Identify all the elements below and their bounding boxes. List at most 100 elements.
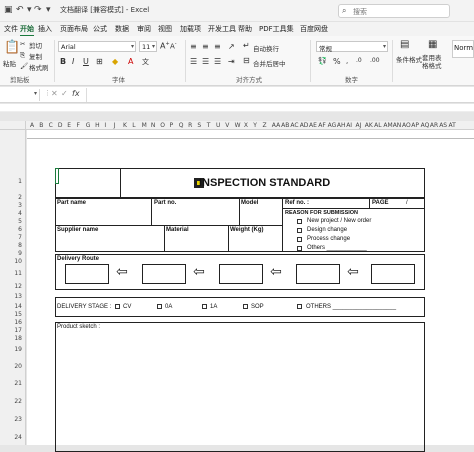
undo-icon[interactable]: ↶ bbox=[16, 5, 24, 15]
column-header[interactable]: G bbox=[86, 122, 91, 129]
column-header[interactable]: AB bbox=[281, 122, 289, 129]
save-icon[interactable]: ▣ bbox=[4, 5, 13, 15]
align-top-icon[interactable]: ≡ bbox=[190, 42, 197, 51]
select-all-button[interactable] bbox=[0, 121, 26, 130]
row-header[interactable]: 18 bbox=[0, 335, 22, 342]
column-header[interactable]: B bbox=[39, 122, 43, 129]
bold-button[interactable]: B bbox=[60, 57, 66, 66]
fill-color-icon[interactable]: ◆ bbox=[112, 57, 118, 66]
search-input[interactable]: ⌕ 搜索 bbox=[338, 4, 450, 18]
tab-file[interactable]: 文件 bbox=[4, 24, 18, 34]
column-header[interactable]: U bbox=[216, 122, 220, 129]
format-painter-icon[interactable]: 🖌 bbox=[20, 62, 28, 70]
column-header[interactable]: AA bbox=[272, 122, 280, 129]
selected-cell[interactable] bbox=[55, 168, 59, 184]
row-header[interactable]: 6 bbox=[0, 226, 22, 233]
conditional-format-icon[interactable]: ▤ bbox=[400, 39, 409, 50]
tab-help[interactable]: 帮助 bbox=[238, 24, 252, 34]
paste-icon[interactable]: 📋 bbox=[4, 40, 20, 55]
column-header[interactable]: C bbox=[49, 122, 53, 129]
tab-formulas[interactable]: 公式 bbox=[93, 24, 107, 34]
column-header[interactable]: AC bbox=[290, 122, 298, 129]
column-header[interactable]: N bbox=[151, 122, 156, 129]
phonetic-icon[interactable]: 文 bbox=[142, 57, 149, 67]
decrease-decimal-icon[interactable]: .00 bbox=[370, 57, 380, 64]
style-normal[interactable]: Norm bbox=[452, 40, 474, 58]
decrease-font-icon[interactable]: A- bbox=[170, 41, 177, 50]
column-header[interactable]: K bbox=[123, 122, 127, 129]
namebox-dropdown-icon[interactable]: ▾ bbox=[34, 90, 37, 97]
customize-toolbar-icon[interactable]: ▾ bbox=[46, 5, 51, 15]
italic-button[interactable]: I bbox=[72, 57, 74, 66]
tab-developer[interactable]: 开发工具 bbox=[208, 24, 236, 34]
reason-checkbox[interactable] bbox=[297, 246, 302, 251]
stage-checkbox[interactable] bbox=[243, 304, 248, 309]
font-name-select[interactable]: Arial ▾ bbox=[58, 41, 136, 52]
column-header[interactable]: P bbox=[170, 122, 174, 129]
cut-button[interactable]: 剪切 bbox=[29, 40, 42, 50]
cancel-icon[interactable]: ✕ bbox=[51, 89, 58, 98]
reason-checkbox[interactable] bbox=[297, 237, 302, 242]
wrap-text-button[interactable]: 自动换行 bbox=[253, 43, 279, 53]
row-header[interactable]: 24 bbox=[0, 434, 22, 441]
column-header[interactable]: AR bbox=[430, 122, 438, 129]
column-header[interactable]: Z bbox=[263, 122, 267, 129]
row-header[interactable]: 3 bbox=[0, 202, 22, 209]
column-header[interactable]: A bbox=[30, 122, 34, 129]
column-header[interactable]: AO bbox=[402, 122, 411, 129]
column-header[interactable]: AK bbox=[365, 122, 373, 129]
row-header[interactable]: 16 bbox=[0, 319, 22, 326]
column-header[interactable]: AS bbox=[439, 122, 447, 129]
format-painter-button[interactable]: 格式刷 bbox=[29, 62, 49, 72]
column-header[interactable]: V bbox=[225, 122, 229, 129]
column-header[interactable]: AE bbox=[309, 122, 317, 129]
column-header[interactable]: AG bbox=[328, 122, 337, 129]
reason-checkbox[interactable] bbox=[297, 219, 302, 224]
cut-icon[interactable]: ✂ bbox=[20, 40, 25, 48]
tab-pdf-tools[interactable]: PDF工具集 bbox=[259, 24, 294, 34]
indent-icon[interactable]: ⇥ bbox=[228, 57, 235, 66]
align-left-icon[interactable]: ☰ bbox=[190, 57, 197, 66]
row-header[interactable]: 21 bbox=[0, 380, 22, 387]
column-header[interactable]: J bbox=[114, 122, 116, 129]
column-header[interactable]: F bbox=[77, 122, 80, 129]
enter-icon[interactable]: ✓ bbox=[61, 89, 68, 98]
tab-view[interactable]: 视图 bbox=[158, 24, 172, 34]
column-header[interactable]: AP bbox=[411, 122, 419, 129]
align-right-icon[interactable]: ☰ bbox=[214, 57, 221, 66]
number-format-select[interactable]: 常规 ▾ bbox=[316, 41, 388, 53]
formula-input[interactable] bbox=[90, 89, 470, 101]
copy-icon[interactable]: ⎘ bbox=[20, 51, 25, 60]
row-header[interactable]: 20 bbox=[0, 363, 22, 370]
row-header[interactable]: 15 bbox=[0, 311, 22, 318]
undo-dropdown-icon[interactable]: ▾ bbox=[27, 5, 32, 15]
row-header[interactable]: 13 bbox=[0, 293, 22, 300]
column-header[interactable]: AN bbox=[393, 122, 402, 129]
row-header[interactable]: 8 bbox=[0, 242, 22, 249]
column-header[interactable]: AT bbox=[449, 122, 456, 129]
row-header[interactable]: 23 bbox=[0, 416, 22, 423]
align-center-icon[interactable]: ☰ bbox=[202, 57, 209, 66]
column-header[interactable]: I bbox=[104, 122, 106, 129]
merge-center-icon[interactable]: ⊟ bbox=[243, 56, 250, 65]
tab-baidu-disk[interactable]: 百度网盘 bbox=[300, 24, 328, 34]
font-size-select[interactable]: 11 ▾ bbox=[139, 41, 157, 52]
stage-checkbox[interactable] bbox=[157, 304, 162, 309]
increase-font-icon[interactable]: A+ bbox=[160, 41, 170, 51]
column-header[interactable]: L bbox=[132, 122, 135, 129]
font-color-icon[interactable]: A bbox=[128, 57, 133, 66]
row-header[interactable]: 7 bbox=[0, 234, 22, 241]
underline-button[interactable]: U bbox=[83, 57, 89, 66]
copy-button[interactable]: 复制 bbox=[29, 51, 42, 61]
accounting-format-icon[interactable]: 💱 bbox=[318, 57, 327, 65]
row-header[interactable]: 9 bbox=[0, 250, 22, 257]
paste-button[interactable]: 粘贴 bbox=[3, 58, 16, 68]
align-bottom-icon[interactable]: ≡ bbox=[214, 42, 221, 51]
align-middle-icon[interactable]: ≡ bbox=[202, 42, 209, 51]
row-header[interactable]: 19 bbox=[0, 346, 22, 353]
column-header[interactable]: AM bbox=[383, 122, 392, 129]
stage-checkbox[interactable] bbox=[297, 304, 302, 309]
tab-addins[interactable]: 加载项 bbox=[180, 24, 201, 34]
column-header[interactable]: AH bbox=[337, 122, 346, 129]
column-header[interactable]: S bbox=[197, 122, 201, 129]
